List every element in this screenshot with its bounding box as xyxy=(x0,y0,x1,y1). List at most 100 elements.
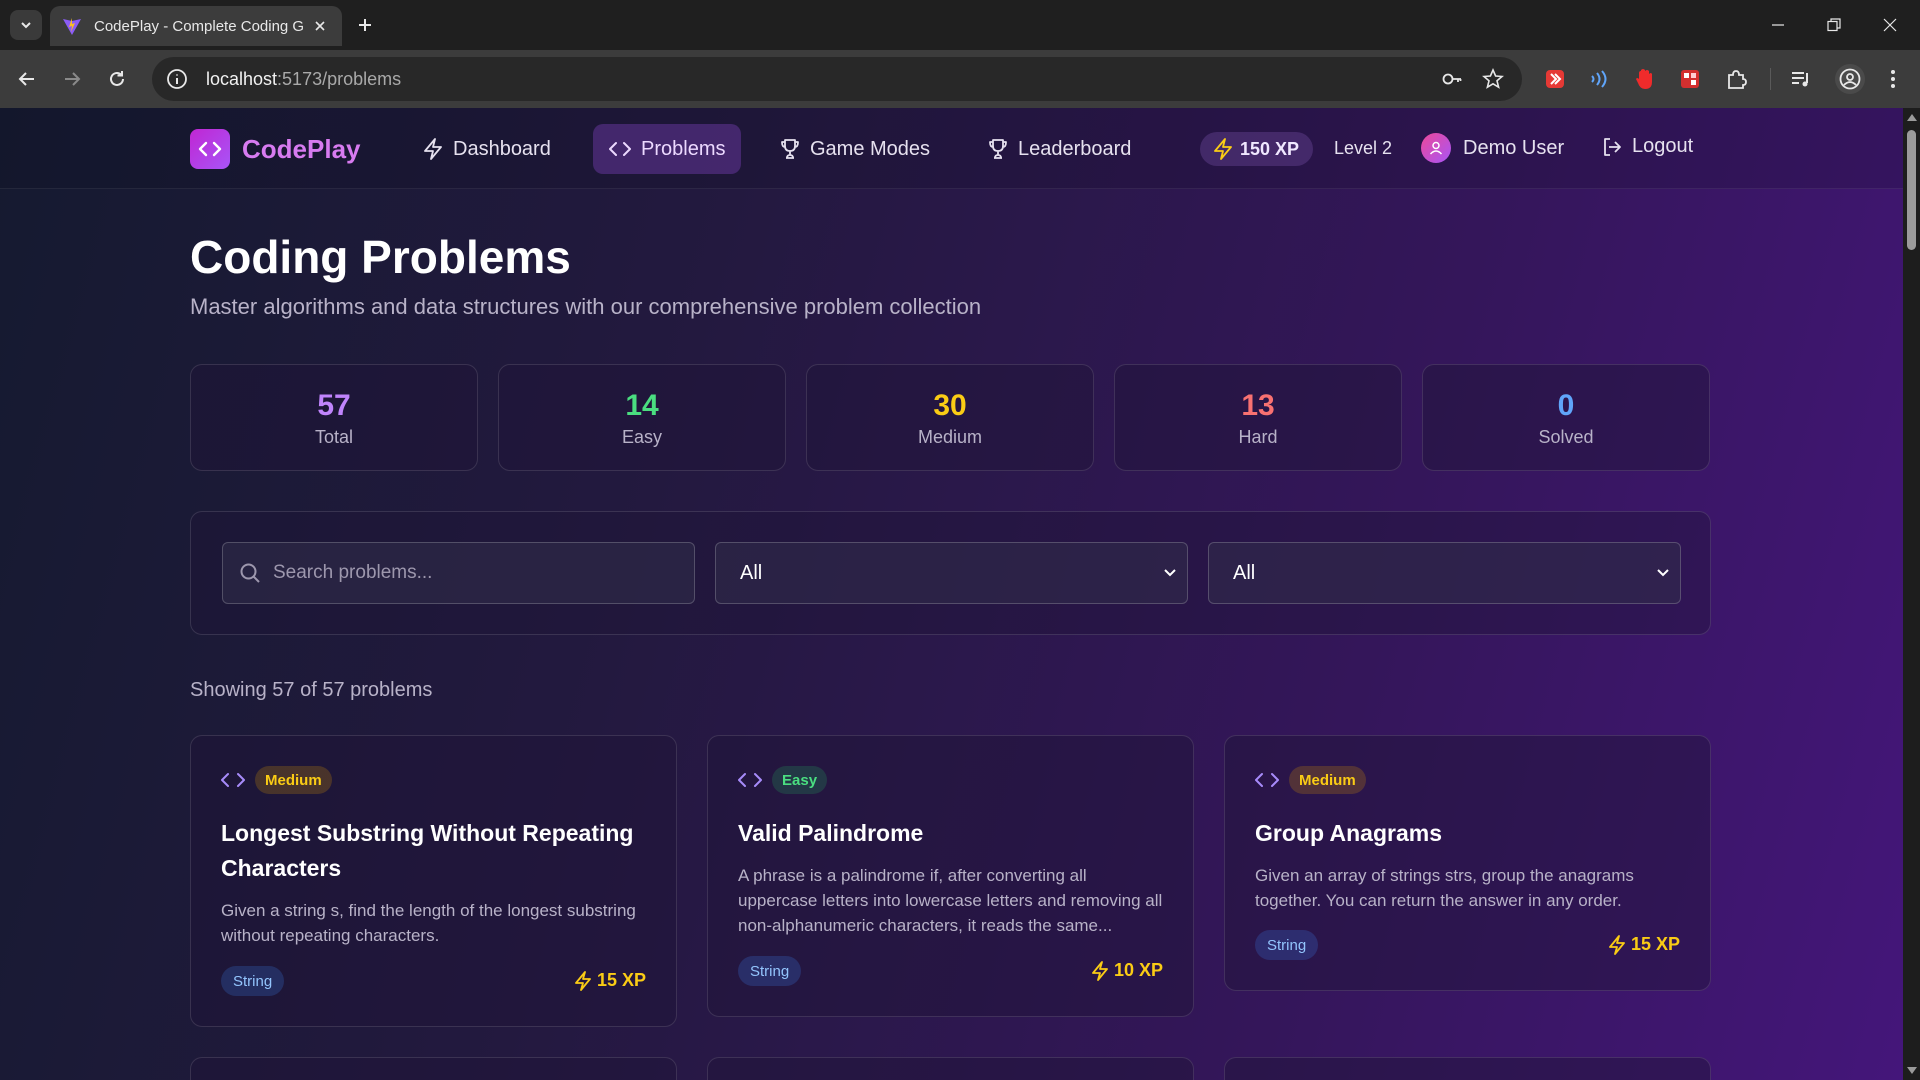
difficulty-badge: Medium xyxy=(255,766,332,794)
new-tab-button[interactable] xyxy=(352,12,378,38)
close-icon xyxy=(1883,18,1897,32)
stat-value: 14 xyxy=(625,389,659,422)
logout-button[interactable]: Logout xyxy=(1602,135,1693,158)
profile-button[interactable] xyxy=(1835,64,1865,94)
bolt-icon xyxy=(424,138,442,160)
avatar xyxy=(1421,133,1451,163)
minimize-button[interactable] xyxy=(1750,0,1806,50)
code-icon xyxy=(738,773,762,787)
nav-problems[interactable]: Problems xyxy=(593,124,742,174)
extension-hand-icon[interactable] xyxy=(1633,67,1657,91)
card-header: Medium xyxy=(221,766,332,794)
problem-title[interactable]: Valid Palindrome xyxy=(738,816,1158,851)
card-header: Easy xyxy=(738,766,828,794)
forward-button[interactable] xyxy=(54,61,90,97)
nav-game-modes-label: Game Modes xyxy=(810,137,931,160)
problem-card[interactable] xyxy=(707,1057,1194,1080)
toolbar-divider xyxy=(1770,68,1771,90)
address-bar[interactable]: localhost:5173/problems xyxy=(152,57,1522,101)
bolt-icon xyxy=(1609,934,1625,955)
page-viewport: CodePlay Dashboard Problems Game Modes L… xyxy=(0,108,1903,1080)
search-icon xyxy=(240,563,260,583)
stat-card-medium: 30 Medium xyxy=(806,364,1094,471)
extension-red-icon[interactable] xyxy=(1543,67,1567,91)
problem-description: A phrase is a palindrome if, after conve… xyxy=(738,866,1163,935)
tab-search-button[interactable] xyxy=(10,10,42,40)
browser-tab-bar: CodePlay - Complete Coding G xyxy=(0,0,1920,50)
problem-title[interactable]: Group Anagrams xyxy=(1255,816,1675,851)
nav-leaderboard[interactable]: Leaderboard xyxy=(972,124,1147,174)
search-box[interactable] xyxy=(222,542,695,604)
browser-menu-button[interactable] xyxy=(1881,67,1905,91)
problem-title[interactable]: Longest Substring Without Repeating Char… xyxy=(221,816,641,886)
filter-panel: All All xyxy=(190,511,1711,635)
page-scrollbar[interactable] xyxy=(1903,108,1920,1080)
problem-card[interactable]: Medium Group Anagrams Given an array of … xyxy=(1224,735,1711,991)
stat-label: Hard xyxy=(1238,427,1278,447)
difficulty-badge: Easy xyxy=(772,766,828,794)
scroll-down-icon[interactable] xyxy=(1907,1067,1917,1074)
reload-button[interactable] xyxy=(99,61,135,97)
card-header: Medium xyxy=(1255,766,1366,794)
browser-toolbar: localhost:5173/problems xyxy=(0,50,1920,108)
password-key-icon[interactable] xyxy=(1441,68,1463,90)
stat-value: 13 xyxy=(1241,389,1275,422)
extensions-puzzle-icon[interactable] xyxy=(1725,67,1749,91)
stat-label: Total xyxy=(314,427,354,447)
search-input[interactable] xyxy=(273,562,673,584)
stat-value: 30 xyxy=(933,389,967,422)
nav-game-modes[interactable]: Game Modes xyxy=(764,124,946,174)
problem-card[interactable]: Easy Valid Palindrome A phrase is a pali… xyxy=(707,735,1194,1017)
info-icon[interactable] xyxy=(166,68,188,90)
chevron-down-icon xyxy=(1164,569,1176,577)
category-tag: String xyxy=(1255,930,1319,960)
restore-icon xyxy=(1827,18,1841,32)
problem-card[interactable] xyxy=(190,1057,677,1080)
media-control-icon[interactable] xyxy=(1789,67,1813,91)
bolt-icon xyxy=(575,970,591,991)
difficulty-select-value: All xyxy=(740,561,763,584)
code-icon xyxy=(609,142,631,156)
scroll-up-icon[interactable] xyxy=(1907,114,1917,121)
tab-close-icon[interactable] xyxy=(310,16,330,36)
xp-value: 150 XP xyxy=(1240,138,1300,159)
nav-dashboard[interactable]: Dashboard xyxy=(407,124,567,174)
category-select[interactable]: All xyxy=(1208,542,1681,604)
bookmark-star-icon[interactable] xyxy=(1482,68,1504,90)
back-button[interactable] xyxy=(9,61,45,97)
user-name: Demo User xyxy=(1463,136,1565,159)
app-navbar: CodePlay Dashboard Problems Game Modes L… xyxy=(0,108,1903,189)
vite-favicon-icon xyxy=(63,18,81,35)
code-icon xyxy=(221,773,245,787)
chevron-down-icon xyxy=(21,22,31,29)
nav-dashboard-label: Dashboard xyxy=(453,137,551,160)
close-window-button[interactable] xyxy=(1862,0,1918,50)
stat-card-solved: 0 Solved xyxy=(1422,364,1710,471)
restore-button[interactable] xyxy=(1806,0,1862,50)
code-logo-icon xyxy=(190,129,230,169)
profile-icon xyxy=(1839,68,1861,90)
stat-value: 57 xyxy=(317,389,351,422)
page-subtitle: Master algorithms and data structures wi… xyxy=(190,294,982,319)
nav-problems-label: Problems xyxy=(641,137,726,160)
problem-card[interactable] xyxy=(1224,1057,1711,1080)
problem-description: Given a string s, find the length of the… xyxy=(221,901,636,945)
app-logo[interactable]: CodePlay xyxy=(190,129,361,169)
xp-badge: 150 XP xyxy=(1200,132,1314,166)
extension-gift-icon[interactable] xyxy=(1678,67,1702,91)
reload-icon xyxy=(110,71,124,86)
scroll-thumb[interactable] xyxy=(1907,130,1916,250)
bolt-icon xyxy=(1092,960,1108,981)
logout-icon xyxy=(1604,137,1621,156)
extension-audio-icon[interactable] xyxy=(1587,67,1611,91)
stat-card-easy: 14 Easy xyxy=(498,364,786,471)
tab-title: CodePlay - Complete Coding G xyxy=(94,17,305,35)
browser-tab[interactable]: CodePlay - Complete Coding G xyxy=(50,6,342,46)
logout-label: Logout xyxy=(1632,135,1694,157)
difficulty-select[interactable]: All xyxy=(715,542,1188,604)
code-icon xyxy=(1255,773,1279,787)
category-tag: String xyxy=(221,966,285,996)
problem-card[interactable]: Medium Longest Substring Without Repeati… xyxy=(190,735,677,1027)
problem-description: Given an array of strings strs, group th… xyxy=(1255,866,1634,910)
user-menu[interactable]: Demo User xyxy=(1421,133,1564,163)
